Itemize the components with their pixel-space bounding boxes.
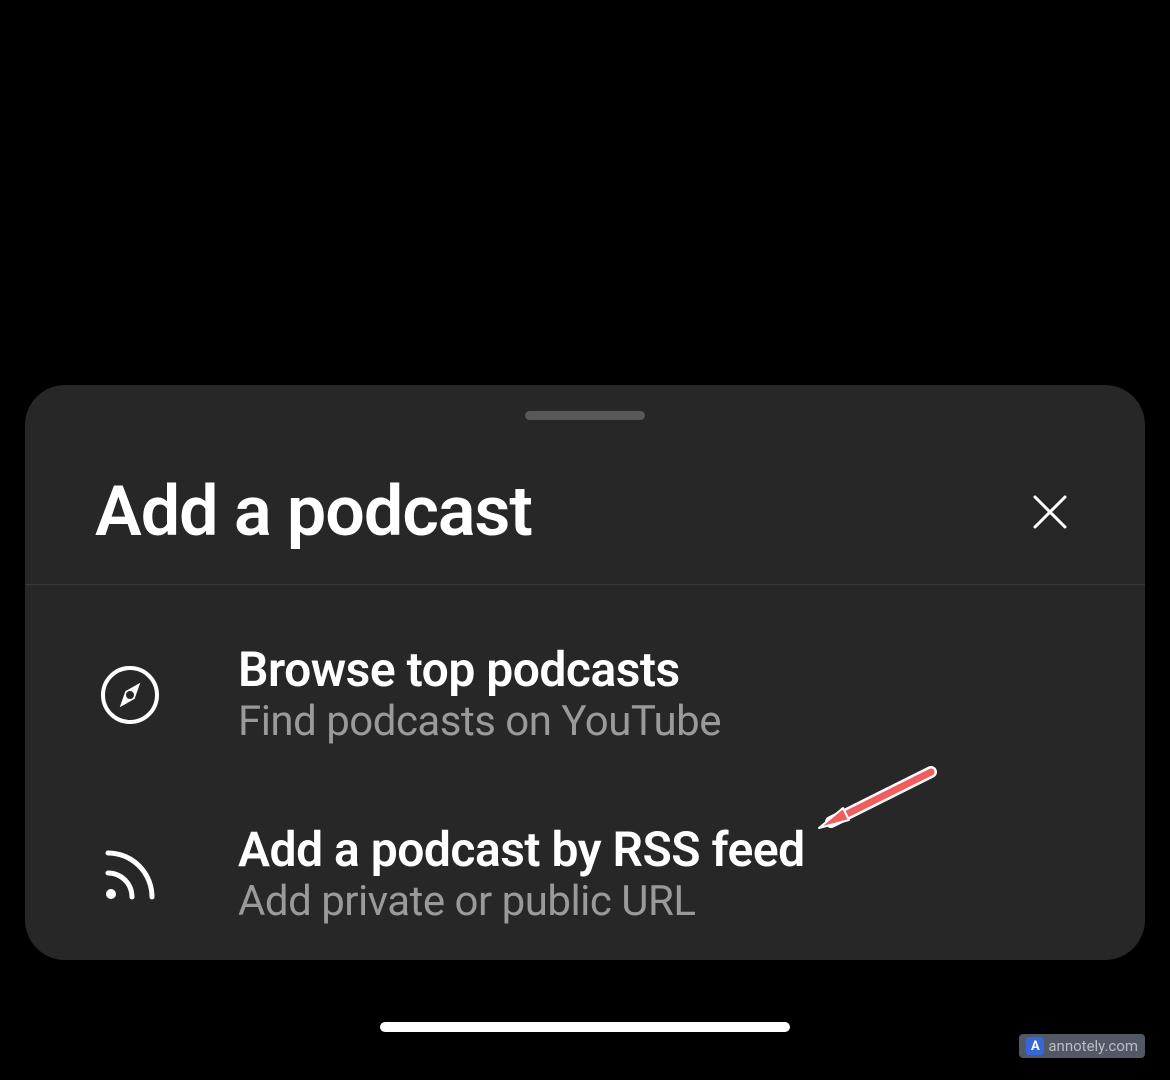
option-title: Add a podcast by RSS feed [238,822,805,877]
compass-icon [100,665,160,725]
rss-icon [100,845,160,905]
option-text: Add a podcast by RSS feed Add private or… [238,822,805,928]
option-subtitle: Find podcasts on YouTube [238,697,721,747]
close-button[interactable] [1025,487,1075,537]
watermark: A annotely.com [1019,1034,1145,1058]
sheet-grabber[interactable] [525,411,645,420]
home-indicator[interactable] [380,1022,790,1032]
sheet-header: Add a podcast [25,440,1145,585]
sheet-title: Add a podcast [95,471,532,553]
bottom-sheet: Add a podcast Browse top podcasts Find p… [25,385,1145,960]
close-icon [1031,493,1069,531]
option-subtitle: Add private or public URL [238,877,805,927]
option-title: Browse top podcasts [238,642,721,697]
option-browse-top-podcasts[interactable]: Browse top podcasts Find podcasts on You… [25,620,1145,770]
option-add-by-rss[interactable]: Add a podcast by RSS feed Add private or… [25,800,1145,950]
options-list: Browse top podcasts Find podcasts on You… [25,610,1145,950]
watermark-badge-icon: A [1026,1037,1044,1055]
option-text: Browse top podcasts Find podcasts on You… [238,642,721,748]
watermark-text: annotely.com [1048,1037,1138,1055]
